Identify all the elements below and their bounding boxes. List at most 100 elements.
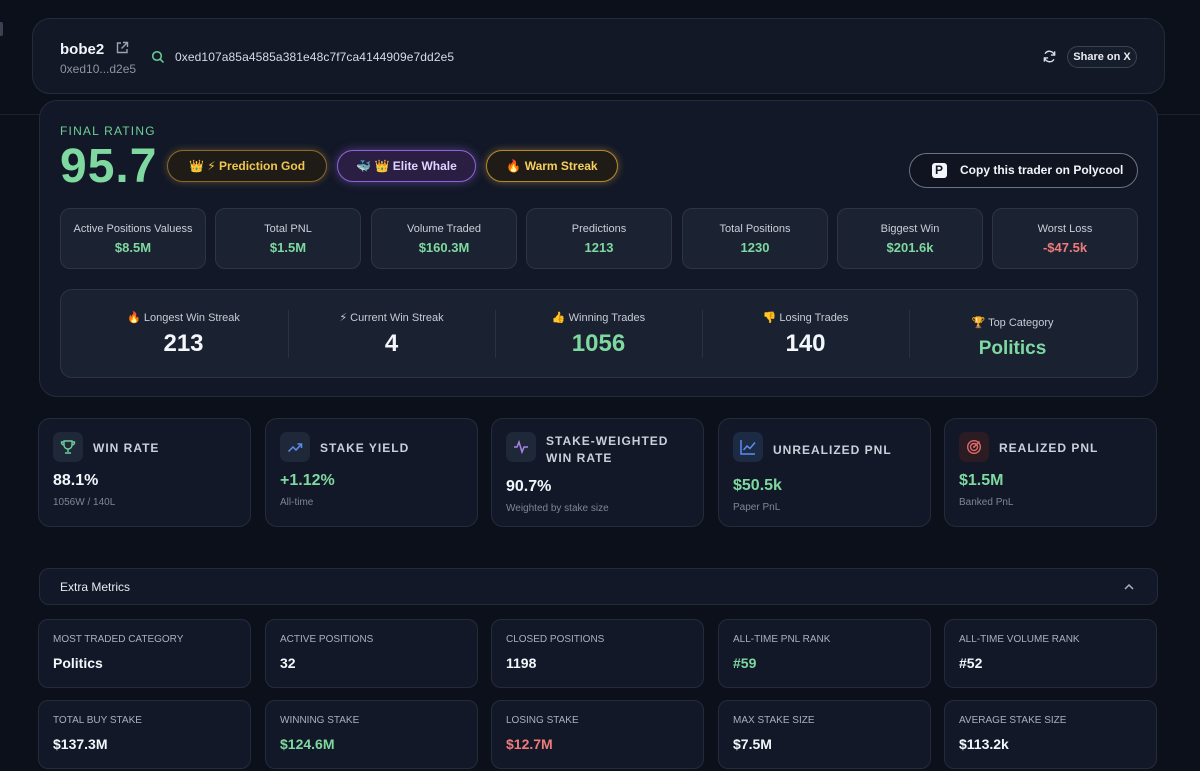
streak-label-text: Top Category [988, 317, 1054, 329]
trader-header: bobe2 0xed10...d2e5 0xed107a85a4585a381e… [32, 18, 1165, 94]
extra-total-buy-stake: TOTAL BUY STAKE $137.3M [38, 700, 251, 769]
search-icon [151, 50, 165, 64]
extra-label: ACTIVE POSITIONS [280, 634, 374, 645]
top-category: 🏆 Top Category Politics [909, 290, 1116, 377]
extra-volume-rank: ALL-TIME VOLUME RANK #52 [944, 619, 1157, 688]
extra-value: 32 [280, 655, 296, 671]
stat-value: $160.3M [418, 240, 470, 255]
streak-label: 🔥 Longest Win Streak [80, 311, 287, 324]
final-rating-score: 95.7 [60, 140, 158, 193]
streak-label: ⚡ Current Win Streak [288, 311, 495, 324]
stat-value: $201.6k [886, 240, 934, 255]
extra-label: MOST TRADED CATEGORY [53, 634, 184, 645]
streak-summary: 🔥 Longest Win Streak 213 ⚡ Current Win S… [60, 289, 1138, 378]
metric-stake-weighted-win-rate: STAKE-WEIGHTED WIN RATE 90.7% Weighted b… [491, 418, 704, 527]
stat-value: $1.5M [269, 240, 307, 255]
stat-value: 1213 [584, 240, 614, 255]
metric-win-rate: WIN RATE 88.1% 1056W / 140L [38, 418, 251, 527]
extra-pnl-rank: ALL-TIME PNL RANK #59 [718, 619, 931, 688]
extra-value: Politics [53, 655, 103, 671]
extra-value: $12.7M [506, 736, 553, 752]
extra-most-traded-category: MOST TRADED CATEGORY Politics [38, 619, 251, 688]
metric-title: STAKE-WEIGHTED WIN RATE [546, 434, 669, 465]
stat-label: Volume Traded [407, 223, 481, 235]
metric-value: 90.7% [506, 478, 552, 495]
stat-label: Active Positions Valuess [73, 223, 193, 235]
badge-label: Prediction God [219, 159, 306, 173]
metric-subtext: All-time [280, 497, 314, 508]
extra-value: $124.6M [280, 736, 335, 752]
stat-biggest-win: Biggest Win $201.6k [837, 208, 983, 269]
wallet-address[interactable]: 0xed107a85a4585a381e48c7f7ca4144909e7dd2… [175, 50, 454, 64]
winning-trades: 👍 Winning Trades 1056 [495, 290, 702, 377]
streak-value: Politics [978, 338, 1047, 359]
extra-value: $113.2k [959, 736, 1009, 752]
metric-title: UNREALIZED PNL [773, 443, 892, 457]
metric-title: REALIZED PNL [999, 441, 1099, 455]
stat-label: Predictions [571, 223, 627, 235]
streak-label: 👎 Losing Trades [702, 311, 909, 324]
badge-prediction-god: 👑 ⚡ Prediction God [167, 150, 327, 182]
stat-total-pnl: Total PNL $1.5M [215, 208, 361, 269]
badge-warm-streak: 🔥 Warm Streak [486, 150, 618, 182]
metric-stake-yield: STAKE YIELD +1.12% All-time [265, 418, 478, 527]
extra-closed-positions: CLOSED POSITIONS 1198 [491, 619, 704, 688]
extra-label: LOSING STAKE [506, 715, 579, 726]
badge-label: Warm Streak [524, 159, 598, 173]
crown-bolt-icon: 👑 ⚡ [188, 159, 216, 173]
extra-label: MAX STAKE SIZE [733, 715, 815, 726]
copy-trader-button[interactable]: Copy this trader on Polycool [909, 153, 1138, 188]
stat-label: Worst Loss [1037, 223, 1093, 235]
metric-subtext: Weighted by stake size [506, 503, 609, 514]
extra-losing-stake: LOSING STAKE $12.7M [491, 700, 704, 769]
metric-title: STAKE YIELD [320, 441, 410, 455]
rating-panel: FINAL RATING 95.7 👑 ⚡ Prediction God 🐳 👑… [39, 100, 1158, 397]
metric-value: $50.5k [733, 477, 782, 494]
extra-value: $7.5M [733, 736, 772, 752]
thumbs-up-icon: 👍 [551, 312, 566, 324]
share-on-x-button[interactable]: Share on X [1067, 46, 1137, 68]
extra-metrics-toggle[interactable]: Extra Metrics [39, 568, 1158, 605]
badge-label: Elite Whale [392, 159, 457, 173]
external-link-icon[interactable] [115, 41, 129, 55]
trophy-icon: 🏆 [971, 317, 986, 329]
extra-value: #52 [959, 655, 983, 671]
metric-value: +1.12% [280, 472, 335, 489]
window-edge-handle [0, 22, 3, 36]
metric-unrealized-pnl: UNREALIZED PNL $50.5k Paper PnL [718, 418, 931, 527]
extra-value: $137.3M [53, 736, 108, 752]
target-icon [959, 432, 989, 462]
stat-total-positions: Total Positions 1230 [682, 208, 828, 269]
streak-label-text: Winning Trades [568, 312, 646, 324]
longest-win-streak: 🔥 Longest Win Streak 213 [80, 290, 287, 377]
polycool-logo-icon [932, 154, 947, 187]
stat-worst-loss: Worst Loss -$47.5k [992, 208, 1138, 269]
extra-value: #59 [733, 655, 757, 671]
trader-short-address: 0xed10...d2e5 [60, 62, 137, 76]
stat-label: Total Positions [719, 223, 791, 235]
stat-label: Biggest Win [880, 223, 940, 235]
chart-line-icon [733, 432, 763, 462]
extra-max-stake-size: MAX STAKE SIZE $7.5M [718, 700, 931, 769]
streak-label-text: Current Win Streak [350, 312, 444, 324]
streak-value: 4 [384, 330, 399, 357]
streak-value: 140 [785, 330, 826, 357]
stat-value: -$47.5k [1042, 240, 1088, 255]
stat-active-positions-value: Active Positions Valuess $8.5M [60, 208, 206, 269]
fire-icon: 🔥 [506, 159, 522, 173]
current-win-streak: ⚡ Current Win Streak 4 [288, 290, 495, 377]
extra-metrics-title: Extra Metrics [60, 580, 131, 594]
thumbs-down-icon: 👎 [762, 312, 777, 324]
chevron-up-icon[interactable] [1123, 581, 1135, 593]
metric-subtext: Paper PnL [733, 502, 781, 513]
bolt-icon: ⚡ [339, 312, 348, 324]
streak-label-text: Losing Trades [779, 312, 849, 324]
streak-label: 🏆 Top Category [909, 316, 1116, 329]
pulse-icon [506, 432, 536, 462]
extra-winning-stake: WINNING STAKE $124.6M [265, 700, 478, 769]
trader-name: bobe2 [60, 41, 105, 58]
refresh-icon[interactable] [1042, 49, 1057, 64]
extra-average-stake-size: AVERAGE STAKE SIZE $113.2k [944, 700, 1157, 769]
whale-crown-icon: 🐳 👑 [356, 159, 390, 173]
stat-value: $8.5M [114, 240, 152, 255]
